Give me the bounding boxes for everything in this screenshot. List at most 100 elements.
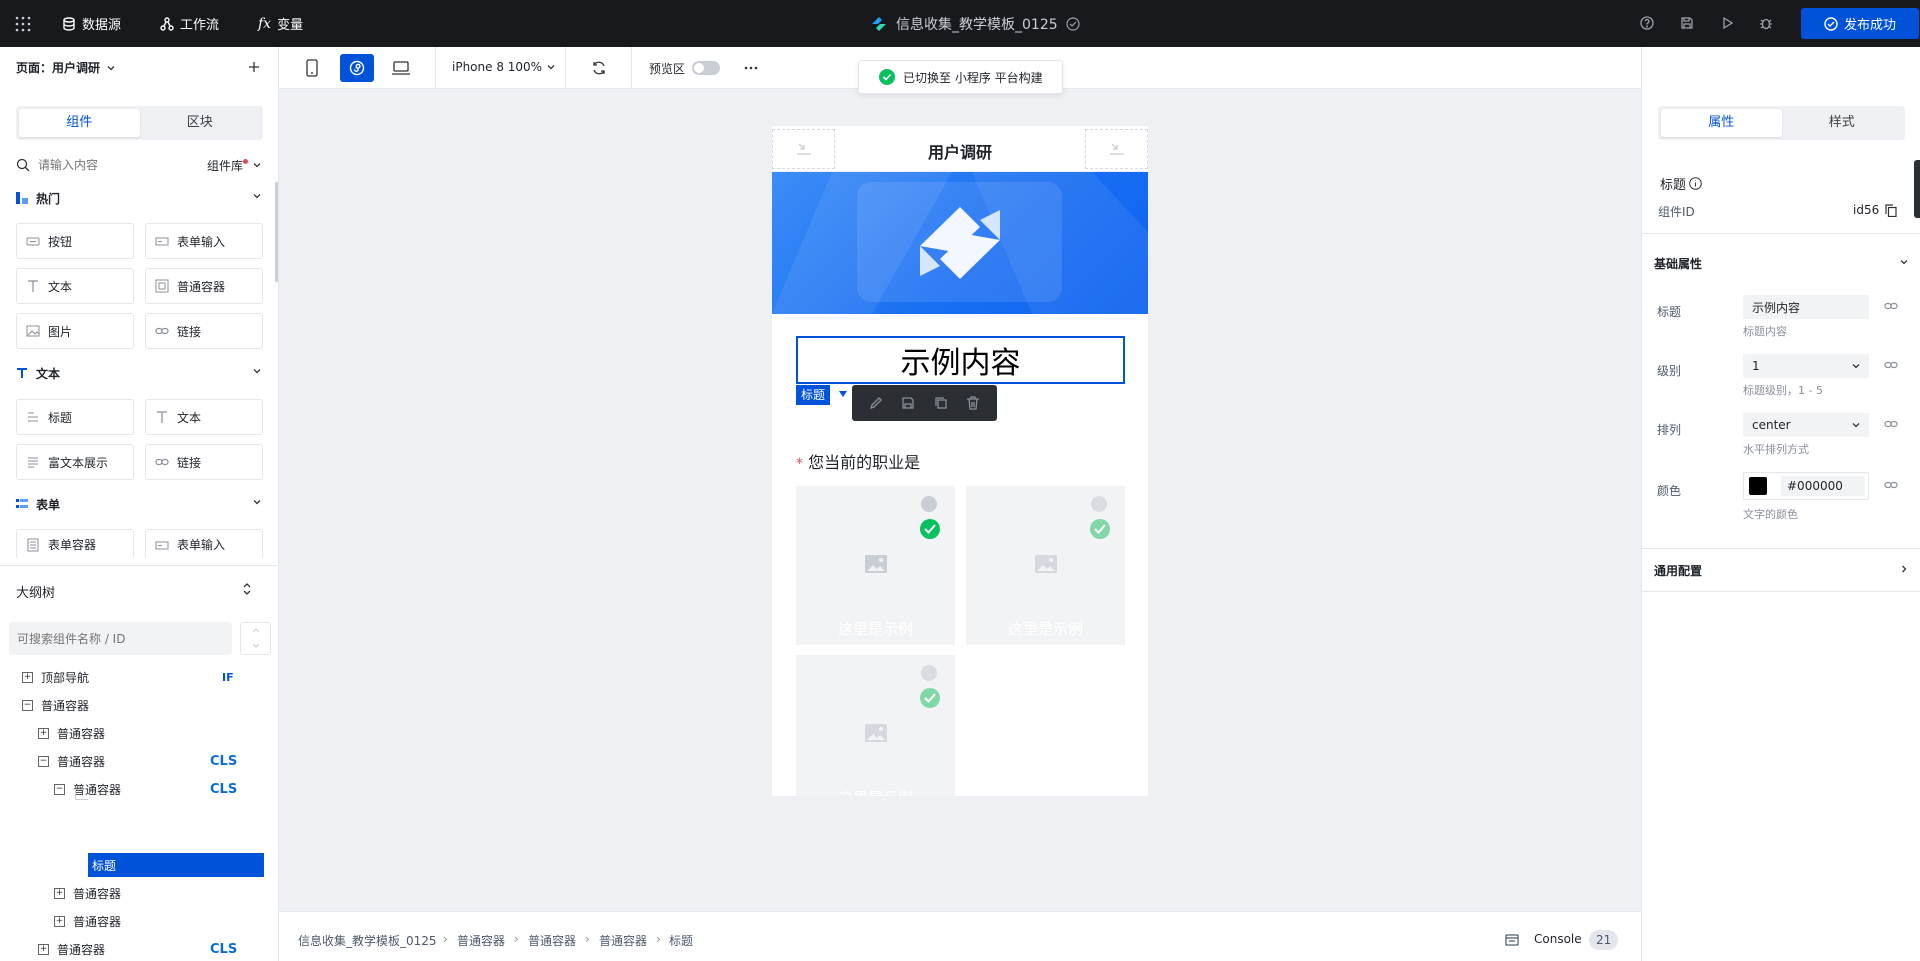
bind-link-icon[interactable] [1884,301,1898,311]
miniprogram-device-button[interactable] [340,54,374,82]
breadcrumb-item[interactable]: 信息收集_教学模板_0125 [298,932,437,949]
basic-props-header[interactable]: 基础属性 [1654,255,1909,272]
prop-level-select[interactable]: 1 [1743,354,1869,378]
component-button[interactable]: 按钮 [16,223,134,259]
outline-search-stepper[interactable] [240,622,271,655]
component-library-button[interactable]: 组件库 [207,157,262,174]
banner-image[interactable] [772,172,1148,314]
expand-collapse-icon[interactable] [242,582,252,596]
play-icon[interactable] [1718,14,1736,32]
info-icon[interactable] [1689,177,1702,190]
nav-variable[interactable]: fx 变量 [258,0,303,47]
expand-plus-icon[interactable]: + [38,943,49,955]
tree-node-container-2[interactable]: + 普通容器 [38,721,105,745]
component-form-container[interactable]: 表单容器 [16,529,134,559]
save-icon[interactable] [901,396,915,410]
apps-grid-icon[interactable] [15,16,31,32]
copy-icon[interactable] [1885,204,1897,217]
section-text[interactable]: 文本 [16,362,262,384]
expand-plus-icon[interactable]: + [54,915,65,927]
console-icon[interactable] [1505,934,1519,946]
component-image[interactable]: 图片 [16,313,134,349]
tree-node-container-7[interactable]: + 普通容器 CLS [38,937,278,961]
desktop-device-icon[interactable] [392,61,410,75]
bind-link-icon[interactable] [1884,419,1898,429]
component-text[interactable]: 文本 [16,268,134,304]
tree-node-container-3[interactable]: − 普通容器 CLS [38,749,278,773]
outline-search-input[interactable] [9,622,232,655]
design-canvas[interactable]: 已切换至 小程序 平台构建 用户调研 示例内容 标题 * 您当前的职业是 这里是… [279,60,1641,911]
section-form[interactable]: 表单 [16,493,262,515]
prop-color-input[interactable]: #000000 [1743,472,1869,500]
general-config-header[interactable]: 通用配置 [1654,562,1909,579]
mobile-device-icon[interactable] [306,59,318,77]
expand-plus-icon[interactable]: + [38,727,49,739]
chevron-up-icon[interactable] [251,626,261,634]
color-swatch[interactable] [1749,477,1767,495]
delete-trash-icon[interactable] [966,396,980,410]
tree-node-heading-selected[interactable]: 标题 [88,853,264,877]
device-selector[interactable]: iPhone 8 100% [452,60,556,74]
component-richtext[interactable]: 富文本展示 [16,444,134,480]
outline-divider [0,565,279,566]
component-search-input[interactable] [38,158,178,172]
tab-blocks[interactable]: 区块 [140,109,261,137]
tree-node-top-nav[interactable]: + 顶部导航 IF [22,665,262,689]
expand-plus-icon[interactable]: + [22,671,33,683]
collapse-minus-icon[interactable]: − [54,783,65,795]
section-hot[interactable]: 热门 [16,187,262,209]
side-plugin-handle[interactable] [1914,160,1920,218]
tree-node-container-5[interactable]: + 普通容器 [54,881,121,905]
tree-node-container-6[interactable]: + 普通容器 [54,909,121,933]
option-card-2[interactable]: 这里是示例 [966,486,1125,645]
breadcrumb-item[interactable]: 普通容器 [457,932,505,949]
tree-node-label: 普通容器 [73,914,122,929]
edit-pencil-icon[interactable] [869,396,883,410]
tab-properties[interactable]: 属性 [1661,109,1782,137]
component-link-2[interactable]: 链接 [145,444,263,480]
tab-styles[interactable]: 样式 [1782,109,1903,137]
more-icon[interactable] [744,66,758,70]
bind-link-icon[interactable] [1884,480,1898,490]
bind-link-icon[interactable] [1884,360,1898,370]
component-scrollbar[interactable] [275,182,278,282]
component-container[interactable]: 普通容器 [145,268,263,304]
nav-right-slot[interactable] [1085,129,1148,169]
component-image-label: 图片 [48,324,73,339]
platform-toast: 已切换至 小程序 平台构建 [858,60,1063,94]
tree-node-container-1[interactable]: − 普通容器 [22,693,89,717]
tab-components[interactable]: 组件 [19,109,140,137]
collapse-minus-icon[interactable]: − [22,699,33,711]
page-selector[interactable]: 页面：用户调研 [16,59,116,76]
preview-toggle[interactable] [692,61,720,75]
toggle-knob [694,63,704,73]
save-icon[interactable] [1678,14,1696,32]
heading-component-selected[interactable]: 示例内容 [796,336,1125,384]
add-page-icon[interactable] [248,61,260,73]
refresh-icon[interactable] [591,60,607,76]
debug-bug-icon[interactable] [1757,14,1775,32]
chevron-down-icon[interactable] [251,642,261,650]
breadcrumb-item[interactable]: 普通容器 [528,932,576,949]
breadcrumb-item[interactable]: 普通容器 [599,932,647,949]
collapse-minus-icon[interactable]: − [38,755,49,767]
nav-datasource[interactable]: 数据源 [62,0,121,47]
prop-align-select[interactable]: center [1743,413,1869,437]
caret-down-icon[interactable] [839,391,847,397]
help-icon[interactable] [1638,14,1656,32]
console-label[interactable]: Console [1534,932,1582,946]
component-link[interactable]: 链接 [145,313,263,349]
expand-plus-icon[interactable]: + [54,887,65,899]
prop-title-input[interactable]: 示例内容 [1743,295,1869,319]
option-caption: 这里是示例 [796,787,955,796]
component-heading[interactable]: 标题 [16,399,134,435]
copy-icon[interactable] [934,396,948,410]
nav-workflow[interactable]: 工作流 [160,0,219,47]
component-form-input-2[interactable]: 表单输入 [145,529,263,559]
component-form-input[interactable]: 表单输入 [145,223,263,259]
component-text-2[interactable]: 文本 [145,399,263,435]
publish-button[interactable]: 发布成功 [1801,8,1919,39]
option-card-3[interactable]: 这里是示例 [796,655,955,796]
breadcrumb-item[interactable]: 标题 [669,932,693,949]
option-card-1[interactable]: 这里是示例 [796,486,955,645]
